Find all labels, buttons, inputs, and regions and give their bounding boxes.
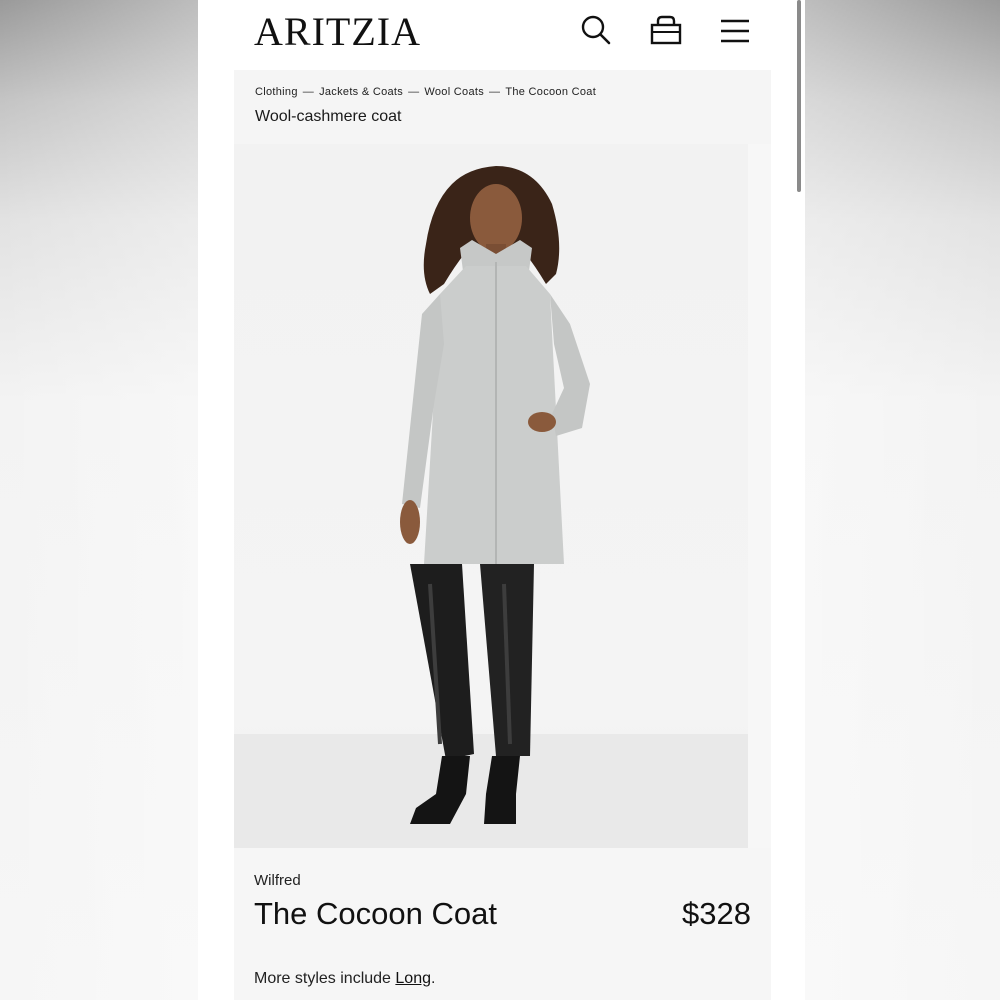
brand-name[interactable]: Wilfred xyxy=(254,872,301,889)
breadcrumb-jackets-coats[interactable]: Jackets & Coats xyxy=(319,86,403,98)
more-styles-long-link[interactable]: Long xyxy=(395,970,431,987)
product-image[interactable] xyxy=(234,144,748,848)
phone-screen: ARITZIA Clothing — Jackets & Coats — Wool Co… xyxy=(198,0,805,1000)
breadcrumb-clothing[interactable]: Clothing xyxy=(255,86,298,98)
breadcrumb-separator: — xyxy=(408,86,420,98)
more-styles-text: More styles include Long. xyxy=(254,970,435,988)
aritzia-logo[interactable]: ARITZIA xyxy=(254,10,421,54)
breadcrumb-separator: — xyxy=(489,86,501,98)
product-info: Wilfred The Cocoon Coat $328 More styles… xyxy=(234,848,771,1000)
product-subtitle: Wool-cashmere coat xyxy=(255,108,402,125)
breadcrumb-panel: Clothing — Jackets & Coats — Wool Coats — The … xyxy=(234,70,771,144)
backdrop-right xyxy=(805,0,1000,1000)
product-title: The Cocoon Coat xyxy=(254,896,497,931)
menu-icon[interactable] xyxy=(717,12,753,48)
bag-icon[interactable] xyxy=(648,12,684,48)
breadcrumb-wool-coats[interactable]: Wool Coats xyxy=(424,86,484,98)
more-styles-prefix: More styles include xyxy=(254,970,396,987)
site-header: ARITZIA xyxy=(198,0,805,68)
search-icon[interactable] xyxy=(578,12,614,48)
breadcrumb-separator: — xyxy=(302,86,315,98)
more-styles-suffix: . xyxy=(430,970,436,987)
product-price: $328 xyxy=(682,896,751,931)
model-illustration xyxy=(234,166,748,848)
image-gutter xyxy=(748,144,771,848)
breadcrumb-cocoon-coat[interactable]: The Cocoon Coat xyxy=(505,86,596,98)
backdrop-left xyxy=(0,0,200,1000)
breadcrumb: Clothing — Jackets & Coats — Wool Coats — The … xyxy=(255,86,596,98)
